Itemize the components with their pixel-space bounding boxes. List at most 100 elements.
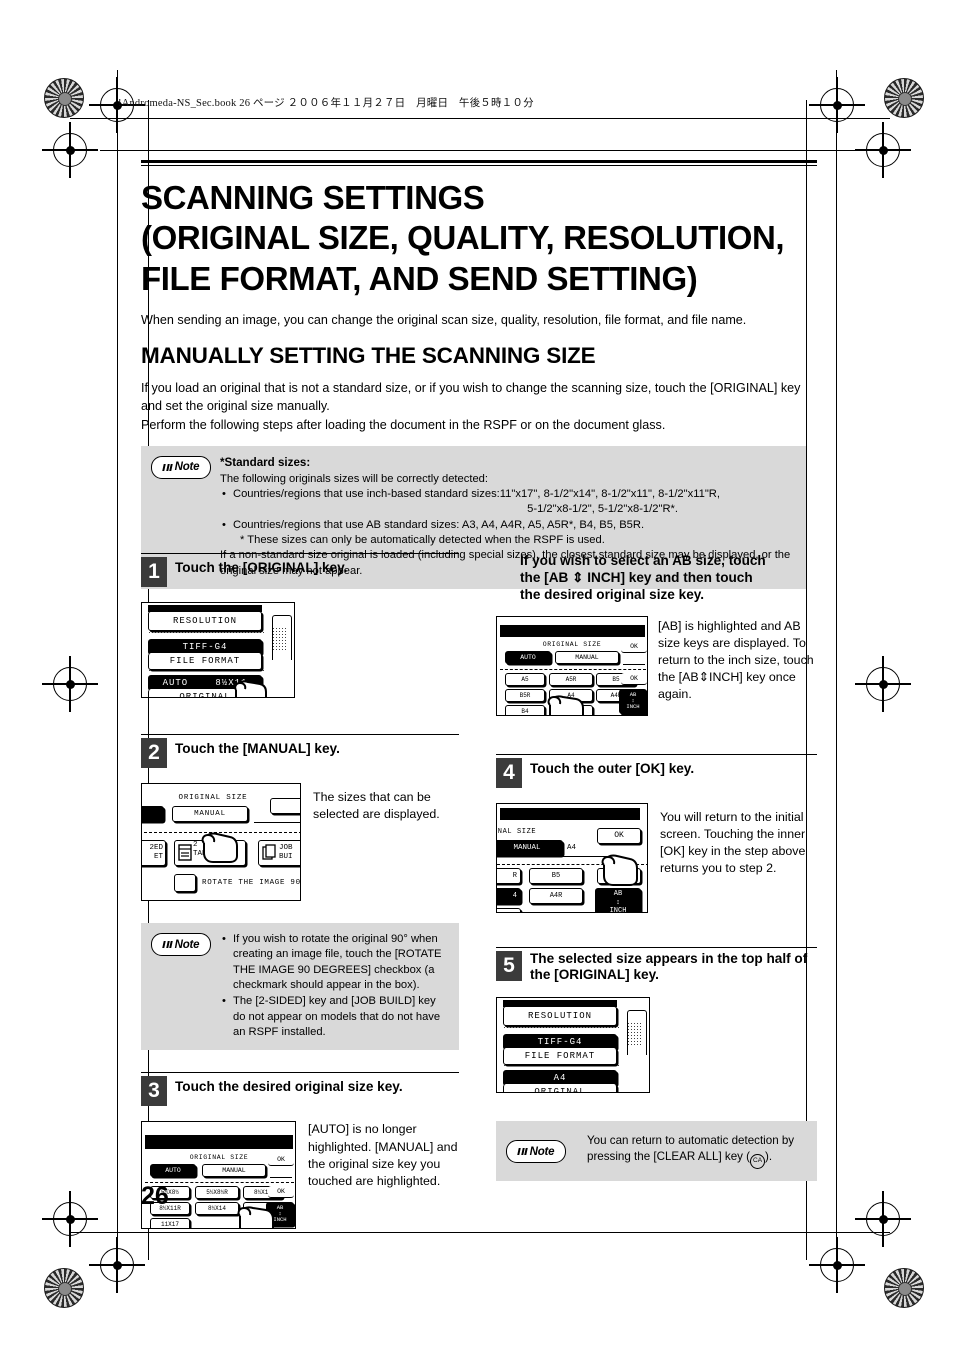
step-3-body: ORIGINAL SIZE AUTO MANUAL OK 5½X8½ 5½X8½… — [141, 1115, 459, 1230]
step-1-number: 1 — [141, 557, 167, 587]
file-format-key[interactable]: FILE FORMAT — [503, 1048, 617, 1066]
resolution-key[interactable]: RESOLUTION — [148, 611, 262, 631]
step-4-lcd-inner: INAL SIZE MANUAL A4 OK R B5 OK 4 A4R AB↕… — [497, 804, 647, 912]
key-shadow-speckle — [148, 631, 266, 635]
document-body: SCANNING SETTINGS (ORIGINAL SIZE, QUALIT… — [141, 160, 817, 590]
step-2-lcd-panel: ORIGINAL SIZE MANUAL 2EDET 2TABLET JOBBU… — [141, 783, 301, 901]
step-4-lcd-panel: INAL SIZE MANUAL A4 OK R B5 OK 4 A4R AB↕… — [496, 802, 648, 913]
registration-dot — [878, 679, 888, 689]
note-clear-all-line-1: You can return to automatic detection by — [587, 1134, 795, 1148]
manual-key[interactable]: MANUAL — [555, 650, 619, 664]
pencil-icon — [162, 940, 174, 949]
ok-key-partial[interactable] — [270, 798, 300, 814]
note-badge-label: Note — [174, 461, 200, 474]
auto-key[interactable]: AUTO — [150, 1164, 196, 1178]
step-5-text — [650, 993, 817, 1093]
clear-all-icon: CA — [750, 1154, 766, 1170]
size-key-a4-selected[interactable]: 4 — [497, 887, 521, 904]
two-sided-line-1: 2ED — [149, 843, 163, 852]
size-key-partial-5[interactable]: 5 — [497, 907, 521, 912]
ab-size-lcd-inner: ORIGINAL SIZE AUTO MANUAL OK A5 A5R B5 O… — [497, 617, 647, 715]
size-key-partial-r[interactable]: R — [497, 867, 521, 884]
two-sided-line-2: ET — [153, 853, 163, 861]
step-5: 5 The selected size appears in the top h… — [496, 946, 817, 1094]
step-1-header: 1 Touch the [ORIGINAL] key. — [141, 553, 459, 587]
size-key-8x14[interactable]: 8½X14 — [195, 1202, 239, 1216]
step-3-lcd-panel: ORIGINAL SIZE AUTO MANUAL OK 5½X8½ 5½X8½… — [141, 1121, 296, 1230]
ab-size-title: If you wish to select an AB size, touch … — [496, 553, 817, 604]
size-key-b4[interactable]: B4 — [505, 704, 545, 715]
rotate-image-checkbox[interactable] — [174, 874, 196, 892]
print-registration-burst-bottom-left — [44, 1268, 84, 1308]
step-3-lcd-inner: ORIGINAL SIZE AUTO MANUAL OK 5½X8½ 5½X8½… — [142, 1122, 295, 1229]
crop-line-right — [836, 70, 838, 1282]
note-bullet-inch: Countries/regions that use inch-based st… — [222, 487, 796, 518]
step-5-title: The selected size appears in the top hal… — [530, 950, 808, 983]
step-5-lcd-panel: RESOLUTION TIFF-G4 FILE FORMAT A4 ORIGIN… — [496, 997, 650, 1094]
step-4-text: You will return to the initial screen. T… — [660, 809, 806, 875]
ab-size-title-line-1: If you wish to select an AB size, touch — [520, 553, 766, 568]
ok-inner-label: OK — [277, 1188, 285, 1196]
pointing-hand-icon — [230, 665, 270, 697]
size-key-b5[interactable]: B5 — [529, 867, 583, 884]
section-paragraph-2: Perform the following steps after loadin… — [141, 417, 666, 432]
panel-divider — [500, 668, 646, 670]
book-file-header: !Andromeda-NS_Sec.book 26 ページ ２００６年１１月２７… — [118, 98, 534, 109]
file-format-label: FILE FORMAT — [524, 1051, 596, 1062]
registration-mark-bottom-right — [855, 1191, 911, 1247]
size-key-label: A5 — [521, 675, 529, 683]
selected-size-value: A4 — [567, 843, 577, 852]
note-bullet-ab-text: Countries/regions that use AB standard s… — [233, 518, 645, 531]
key-shadow-speckle — [503, 1026, 621, 1031]
manual-key[interactable]: MANUAL — [202, 1164, 266, 1178]
pointing-hand-svg — [601, 854, 638, 886]
original-size-title: ORIGINAL SIZE — [178, 794, 248, 802]
size-key-a4r[interactable]: A4R — [529, 887, 583, 904]
registration-mark-bottom-left — [42, 1191, 98, 1247]
step-2-lcd-inner: ORIGINAL SIZE MANUAL 2EDET 2TABLET JOBBU… — [142, 784, 300, 900]
note-clear-all-line-2b: ). — [765, 1150, 773, 1164]
registration-dot — [65, 145, 75, 155]
size-key-5x8r[interactable]: 5½X8½R — [195, 1186, 239, 1200]
pointing-hand-svg — [234, 680, 267, 697]
step-1-body: RESOLUTION TIFF-G4 FILE FORMAT AUTO 8½X11… — [141, 596, 459, 698]
note-bullet-list: Countries/regions that use inch-based st… — [220, 487, 796, 548]
ok-outer-key[interactable]: OK — [621, 640, 647, 653]
manual-key[interactable]: MANUAL — [497, 839, 563, 856]
step-4-header: 4 Touch the outer [OK] key. — [496, 753, 817, 788]
step-3-text: [AUTO] is no longer highlighted. [MANUAL… — [308, 1122, 458, 1188]
title-rule — [141, 160, 817, 166]
steps-left-column: 1 Touch the [ORIGINAL] key. RESOLUTION T… — [141, 553, 459, 1230]
resolution-key[interactable]: RESOLUTION — [503, 1006, 617, 1027]
page-title-line-1: SCANNING SETTINGS — [141, 179, 485, 216]
original-key[interactable]: ORIGINAL — [503, 1084, 617, 1093]
note-box-clear-all: Note You can return to automatic detecti… — [496, 1121, 817, 1182]
size-key-label: B5R — [519, 691, 531, 699]
size-key-a5[interactable]: A5 — [505, 672, 545, 686]
print-registration-burst-top-right — [884, 78, 924, 118]
rotate-image-label: ROTATE THE IMAGE 90 — [202, 879, 301, 887]
print-registration-burst-top-left — [44, 78, 84, 118]
ab-inch-toggle-key[interactable]: AB ↕ INCH — [595, 887, 641, 912]
original-key-label: ORIGINAL — [534, 1087, 586, 1094]
ok-outer-key[interactable]: OK — [268, 1154, 294, 1167]
size-key-11x17[interactable]: 11X17 — [150, 1218, 190, 1229]
ok-inner-label: OK — [630, 674, 638, 682]
ab-size-section: If you wish to select an AB size, touch … — [496, 553, 817, 716]
two-sided-key[interactable]: 2ED ET — [142, 840, 166, 866]
page-title-line-2: (ORIGINAL SIZE, QUALITY, RESOLUTION, — [141, 219, 785, 257]
pointing-hand-svg — [237, 1206, 274, 1229]
auto-key-partial[interactable] — [142, 806, 164, 822]
step-2: 2 Touch the [MANUAL] key. ORIGINAL SIZE … — [141, 734, 459, 901]
job-build-line-1: JOB — [279, 843, 293, 852]
step-4-body: INAL SIZE MANUAL A4 OK R B5 OK 4 A4R AB↕… — [496, 797, 817, 913]
size-key-label: B5 — [551, 871, 561, 880]
auto-key[interactable]: AUTO — [505, 650, 551, 664]
note-heading: *Standard sizes: — [220, 455, 311, 469]
size-key-label: 5½X8½R — [206, 1189, 228, 1197]
size-key-b5r[interactable]: B5R — [505, 688, 545, 702]
ab-inch-toggle-key[interactable]: AB ↕ INCH — [619, 688, 647, 714]
ok-inner-key[interactable]: OK — [621, 672, 647, 685]
step-2-text: The sizes that can be selected are displ… — [313, 790, 440, 822]
manual-key-label: MANUAL — [222, 1167, 246, 1175]
